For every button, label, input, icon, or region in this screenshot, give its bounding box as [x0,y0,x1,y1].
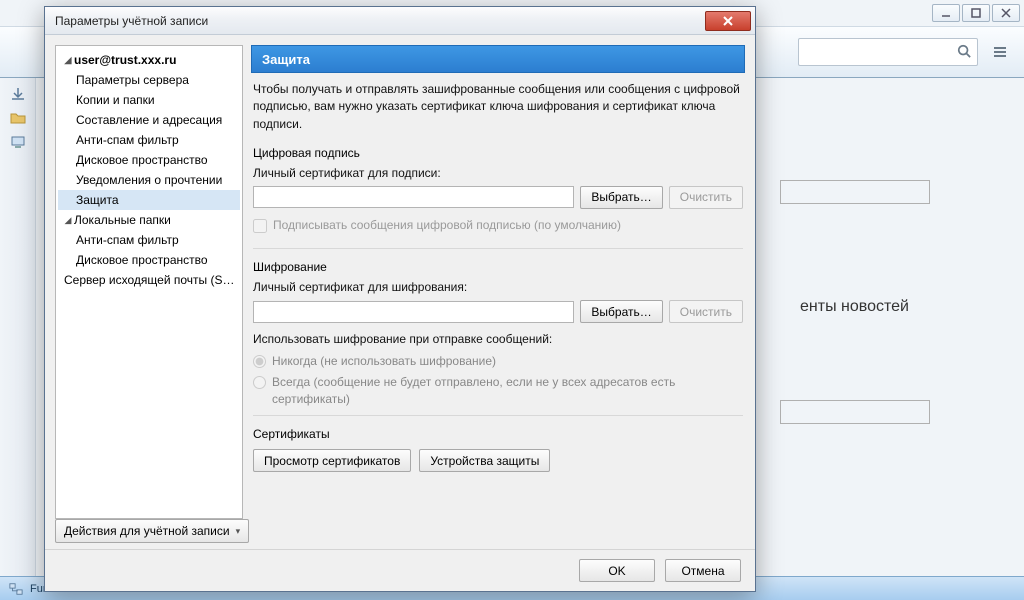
security-devices-button[interactable]: Устройства защиты [419,449,550,472]
dialog-title-text: Параметры учётной записи [55,14,208,28]
tree-local-folders[interactable]: ◢Локальные папки [58,210,240,230]
tree-item-local-antispam[interactable]: Анти-спам фильтр [58,230,240,250]
sign-cert-label: Личный сертификат для подписи: [253,165,743,182]
tree-item-copies-folders[interactable]: Копии и папки [58,90,240,110]
digital-signature-label: Цифровая подпись [253,145,743,162]
bg-close-button[interactable] [992,4,1020,22]
dialog-button-bar: OK Отмена [45,549,755,591]
bg-search-box[interactable] [798,38,978,66]
account-actions-button[interactable]: Действия для учётной записи ▾ [55,519,249,543]
tree-item-local-diskspace[interactable]: Дисковое пространство [58,250,240,270]
bg-frame-1 [780,180,930,204]
enc-cert-label: Личный сертификат для шифрования: [253,279,743,296]
network-icon [8,582,24,596]
tree-twisty-icon: ◢ [64,52,72,68]
tree-item-diskspace[interactable]: Дисковое пространство [58,150,240,170]
divider [253,248,743,249]
tree-twisty-icon: ◢ [64,212,72,228]
panel-header: Защита [251,45,745,73]
bg-leftbar [0,78,36,576]
enc-cert-choose-button[interactable]: Выбрать… [580,300,662,323]
enc-cert-input[interactable] [253,301,574,323]
tree-account-root[interactable]: ◢user@trust.xxx.ru [58,50,240,70]
radio-always-label: Всегда (сообщение не будет отправлено, е… [272,374,743,409]
sign-default-checkbox[interactable] [253,219,267,233]
sign-cert-input[interactable] [253,186,574,208]
bg-news-text: енты новостей [800,298,909,316]
sign-cert-choose-button[interactable]: Выбрать… [580,186,662,209]
certificates-label: Сертификаты [253,426,743,443]
enc-use-label: Использовать шифрование при отправке соо… [253,331,743,348]
tree-item-receipts[interactable]: Уведомления о прочтении [58,170,240,190]
ok-button[interactable]: OK [579,559,655,582]
radio-never-label: Никогда (не использовать шифрование) [272,353,496,370]
dialog-close-button[interactable] [705,11,751,31]
cancel-button[interactable]: Отмена [665,559,741,582]
view-certificates-button[interactable]: Просмотр сертификатов [253,449,411,472]
tree-item-antispam[interactable]: Анти-спам фильтр [58,130,240,150]
security-panel: Защита Чтобы получать и отправлять зашиф… [251,45,745,519]
maximize-button[interactable] [962,4,990,22]
account-actions-label: Действия для учётной записи [64,524,230,538]
download-icon [8,86,28,102]
bg-window-controls [932,4,1020,22]
tree-item-server-params[interactable]: Параметры сервера [58,70,240,90]
menu-button[interactable] [984,38,1016,66]
radio-always-row[interactable]: Всегда (сообщение не будет отправлено, е… [253,374,743,409]
enc-cert-clear-button[interactable]: Очистить [669,300,743,323]
sign-default-row[interactable]: Подписывать сообщения цифровой подписью … [253,217,743,234]
computer-icon [8,134,28,150]
panel-intro-text: Чтобы получать и отправлять зашифрованны… [253,81,743,133]
dropdown-caret-icon: ▾ [236,526,241,537]
folder-icon [8,110,28,126]
radio-never[interactable] [253,355,266,368]
radio-always[interactable] [253,376,266,389]
sign-cert-clear-button[interactable]: Очистить [669,186,743,209]
dialog-titlebar[interactable]: Параметры учётной записи [45,7,755,35]
radio-never-row[interactable]: Никогда (не использовать шифрование) [253,353,743,370]
account-tree[interactable]: ◢user@trust.xxx.ru Параметры сервера Коп… [55,45,243,519]
tree-item-smtp[interactable]: Сервер исходящей почты (S… [58,270,240,290]
search-icon [957,44,971,61]
account-settings-dialog: Параметры учётной записи ◢user@trust.xxx… [44,6,756,592]
minimize-button[interactable] [932,4,960,22]
divider [253,415,743,416]
tree-item-compose-addressing[interactable]: Составление и адресация [58,110,240,130]
sign-default-label: Подписывать сообщения цифровой подписью … [273,217,621,234]
encryption-label: Шифрование [253,259,743,276]
bg-frame-2 [780,400,930,424]
tree-item-security[interactable]: Защита [58,190,240,210]
